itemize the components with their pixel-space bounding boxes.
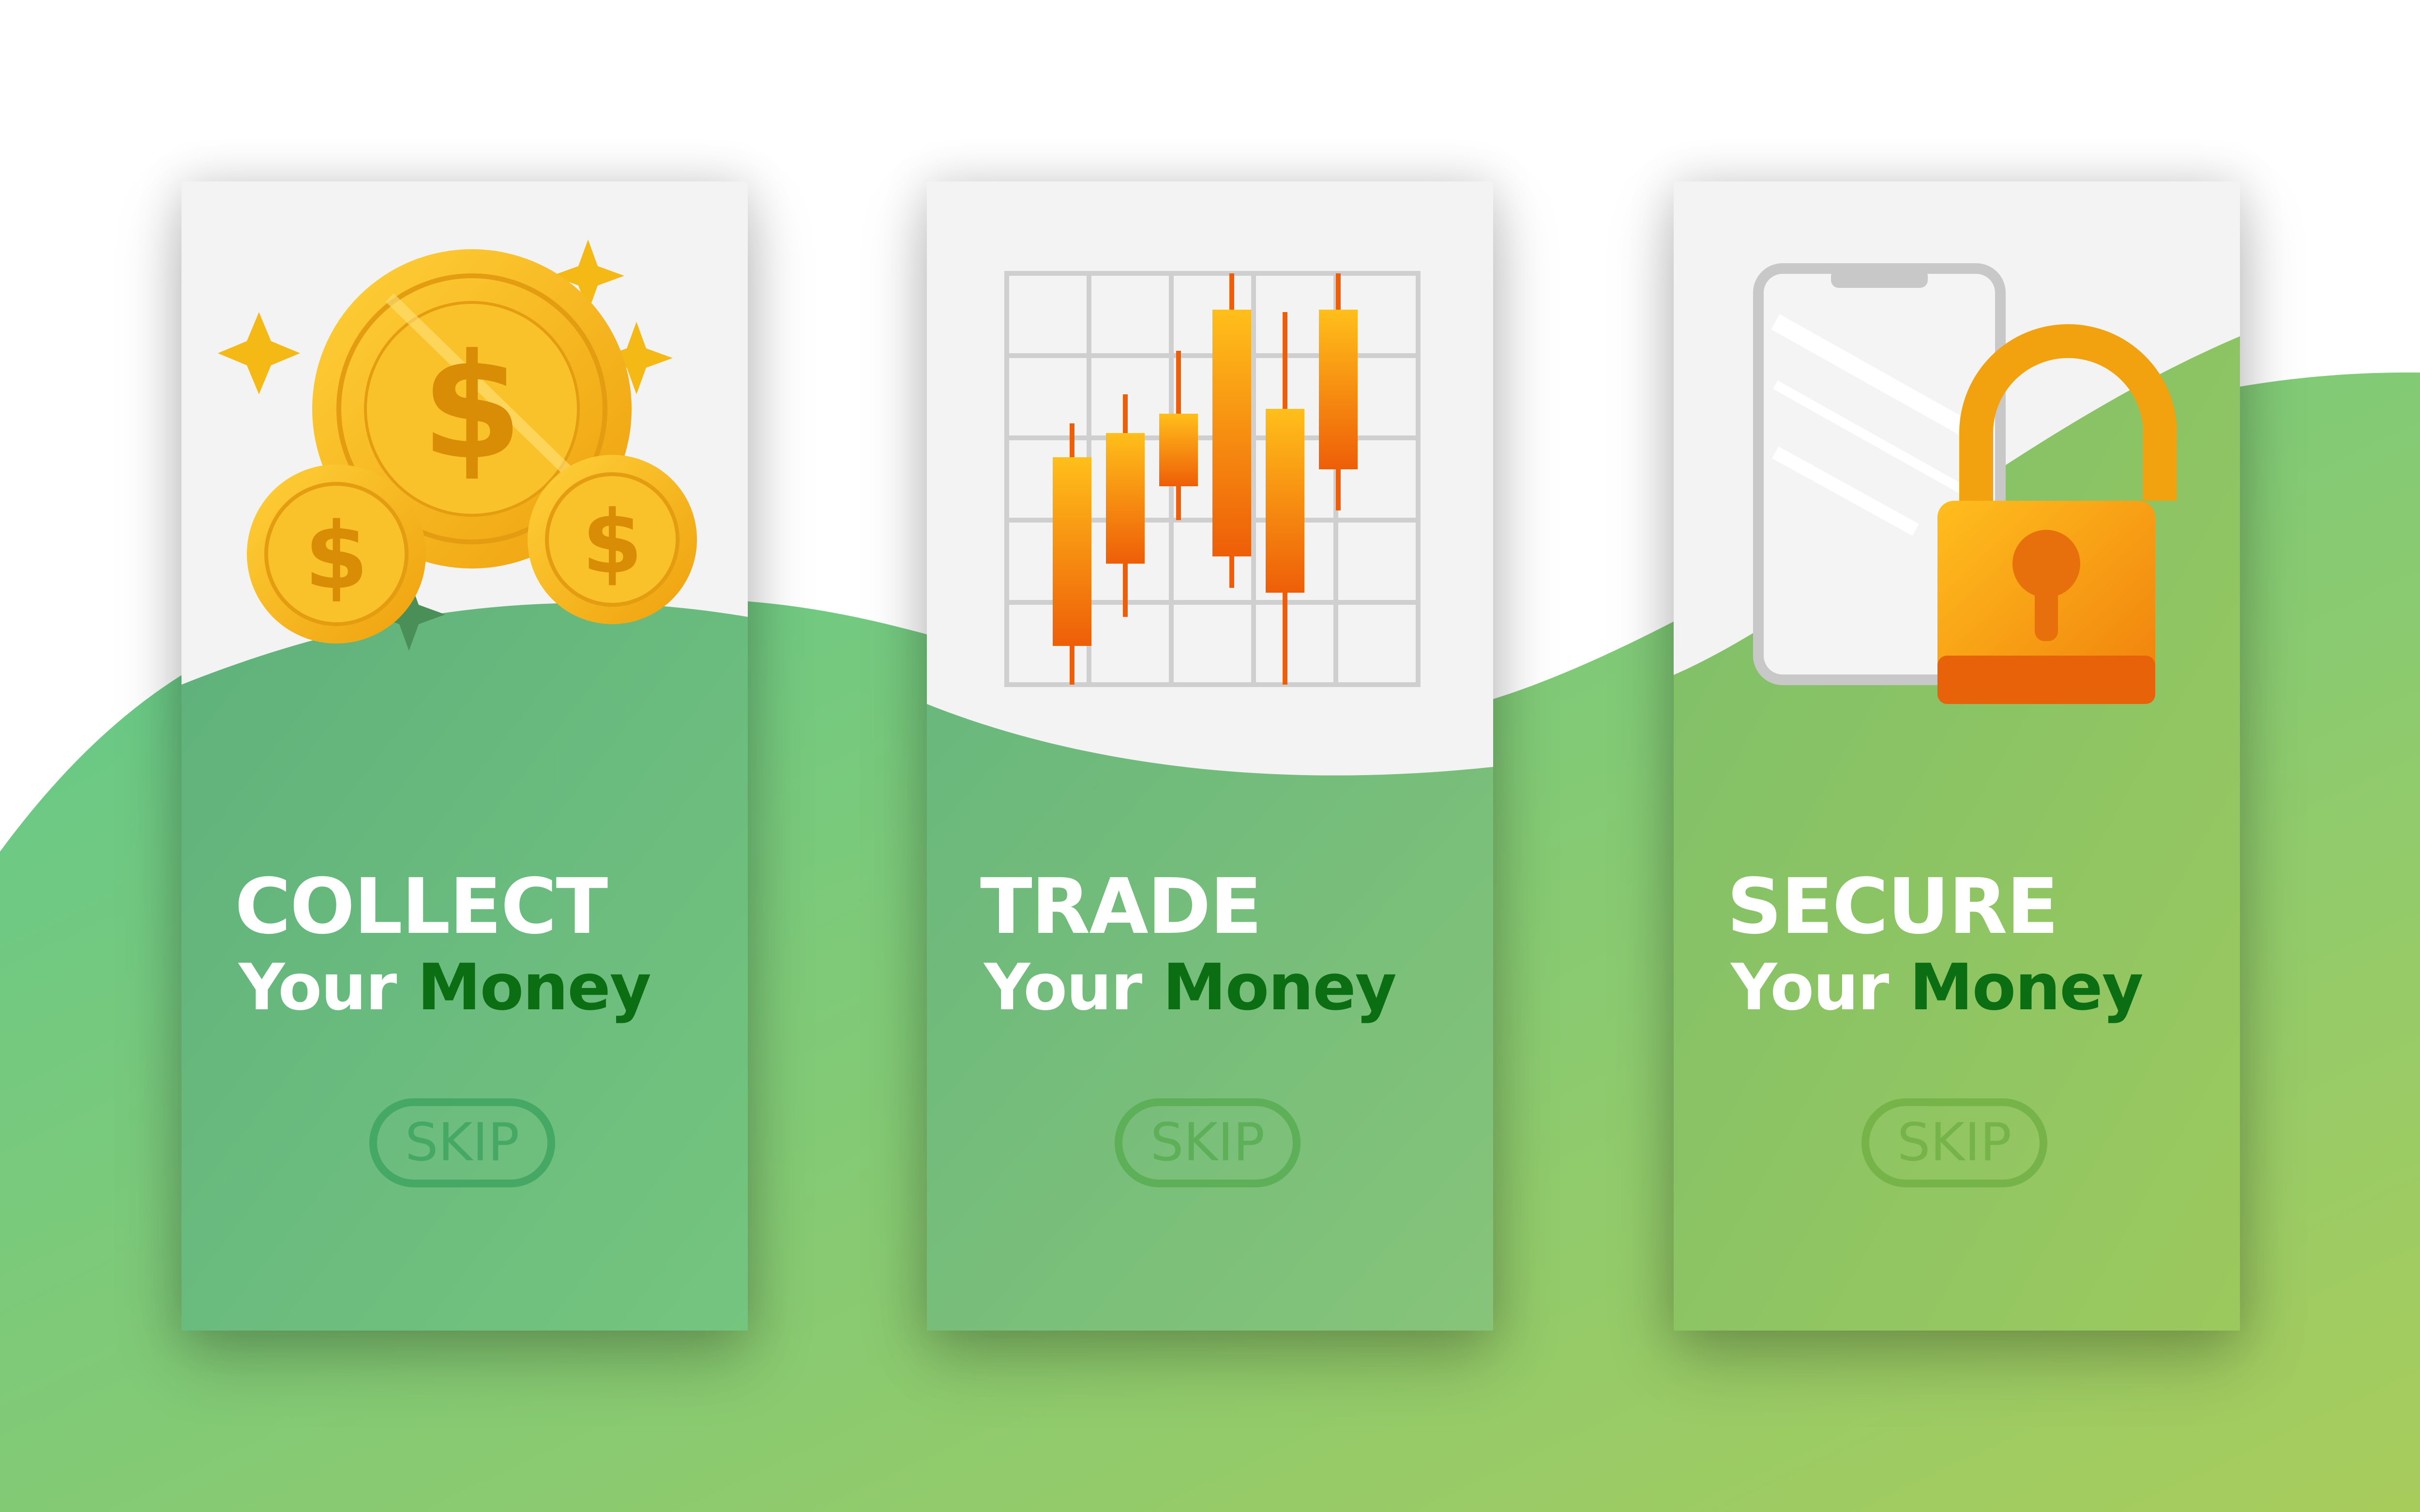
screen-subtitle: Your Money: [1731, 956, 2144, 1019]
svg-text:$: $: [304, 503, 368, 610]
phone-padlock-icon: [1753, 263, 2177, 704]
subtitle-your: Your: [239, 950, 397, 1025]
screen-title: COLLECT: [235, 862, 608, 951]
skip-button[interactable]: SKIP: [1115, 1098, 1301, 1187]
candlestick-chart-icon: [1004, 271, 1421, 687]
subtitle-money: Money: [1909, 950, 2144, 1025]
screen-subtitle: Your Money: [984, 956, 1397, 1019]
screen-title: TRADE: [980, 862, 1262, 951]
onboarding-card-collect: $ $ $ COLLECT Your Money SKIP: [182, 181, 748, 1331]
skip-button[interactable]: SKIP: [369, 1098, 555, 1187]
subtitle-money: Money: [417, 950, 651, 1025]
subtitle-your: Your: [984, 950, 1142, 1025]
subtitle-money: Money: [1163, 950, 1397, 1025]
onboarding-card-secure: SECURE Your Money SKIP: [1674, 181, 2240, 1331]
svg-text:$: $: [422, 323, 523, 492]
screen-title: SECURE: [1727, 862, 2059, 951]
coins-icon: $ $ $: [218, 240, 697, 651]
skip-button[interactable]: SKIP: [1861, 1098, 2047, 1187]
screen-subtitle: Your Money: [239, 956, 651, 1019]
onboarding-card-trade: TRADE Your Money SKIP: [927, 181, 1493, 1331]
svg-text:$: $: [582, 492, 642, 593]
subtitle-your: Your: [1731, 950, 1889, 1025]
